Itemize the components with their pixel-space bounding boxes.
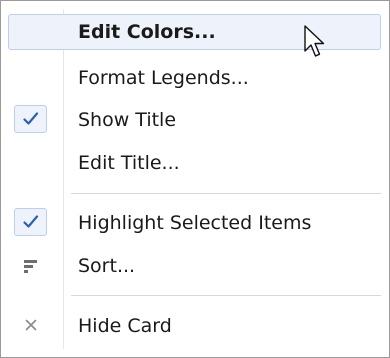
menu-item-format-legends[interactable]: Format Legends... xyxy=(8,60,381,96)
checked-indicator xyxy=(14,105,47,133)
context-menu: Edit Colors... Format Legends... Show Ti… xyxy=(0,0,390,358)
menu-separator xyxy=(71,193,381,194)
menu-item-label: Edit Title... xyxy=(78,152,180,174)
mouse-pointer-icon xyxy=(304,25,325,57)
close-icon xyxy=(25,319,37,331)
menu-item-label: Hide Card xyxy=(78,315,172,337)
menu-item-label: Sort... xyxy=(78,255,136,277)
menu-item-edit-title[interactable]: Edit Title... xyxy=(8,145,381,181)
menu-separator xyxy=(71,295,381,296)
sort-icon xyxy=(24,260,37,273)
menu-item-sort[interactable]: Sort... xyxy=(8,248,381,284)
menu-item-hide-card[interactable]: Hide Card xyxy=(8,308,381,344)
menu-item-label: Highlight Selected Items xyxy=(78,212,312,234)
menu-item-highlight-selected-items[interactable]: Highlight Selected Items xyxy=(8,205,381,241)
checkmark-icon xyxy=(23,112,39,125)
menu-item-label: Edit Colors... xyxy=(78,21,216,43)
checkmark-icon xyxy=(23,215,39,228)
menu-item-show-title[interactable]: Show Title xyxy=(8,102,381,138)
checked-indicator xyxy=(14,208,47,236)
menu-item-label: Format Legends... xyxy=(78,67,249,89)
menu-item-label: Show Title xyxy=(78,109,177,131)
